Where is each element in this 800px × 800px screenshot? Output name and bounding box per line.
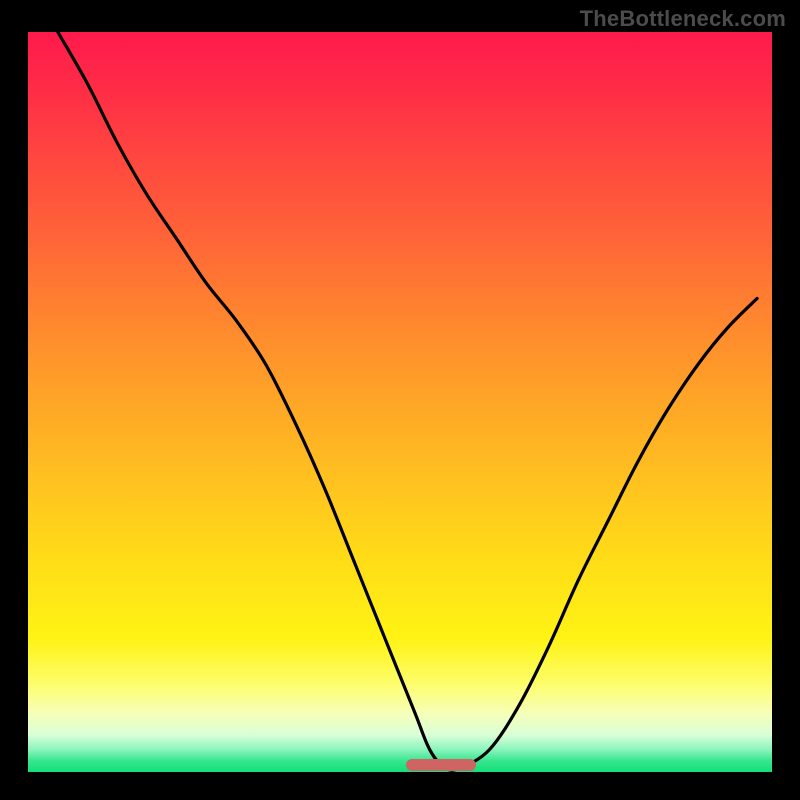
- plot-area: [28, 32, 772, 772]
- bottleneck-curve-svg: [28, 32, 772, 772]
- attribution-text: TheBottleneck.com: [580, 6, 786, 32]
- bottleneck-curve-line: [58, 32, 757, 770]
- optimal-range-marker: [406, 759, 477, 771]
- chart-frame: TheBottleneck.com: [0, 0, 800, 800]
